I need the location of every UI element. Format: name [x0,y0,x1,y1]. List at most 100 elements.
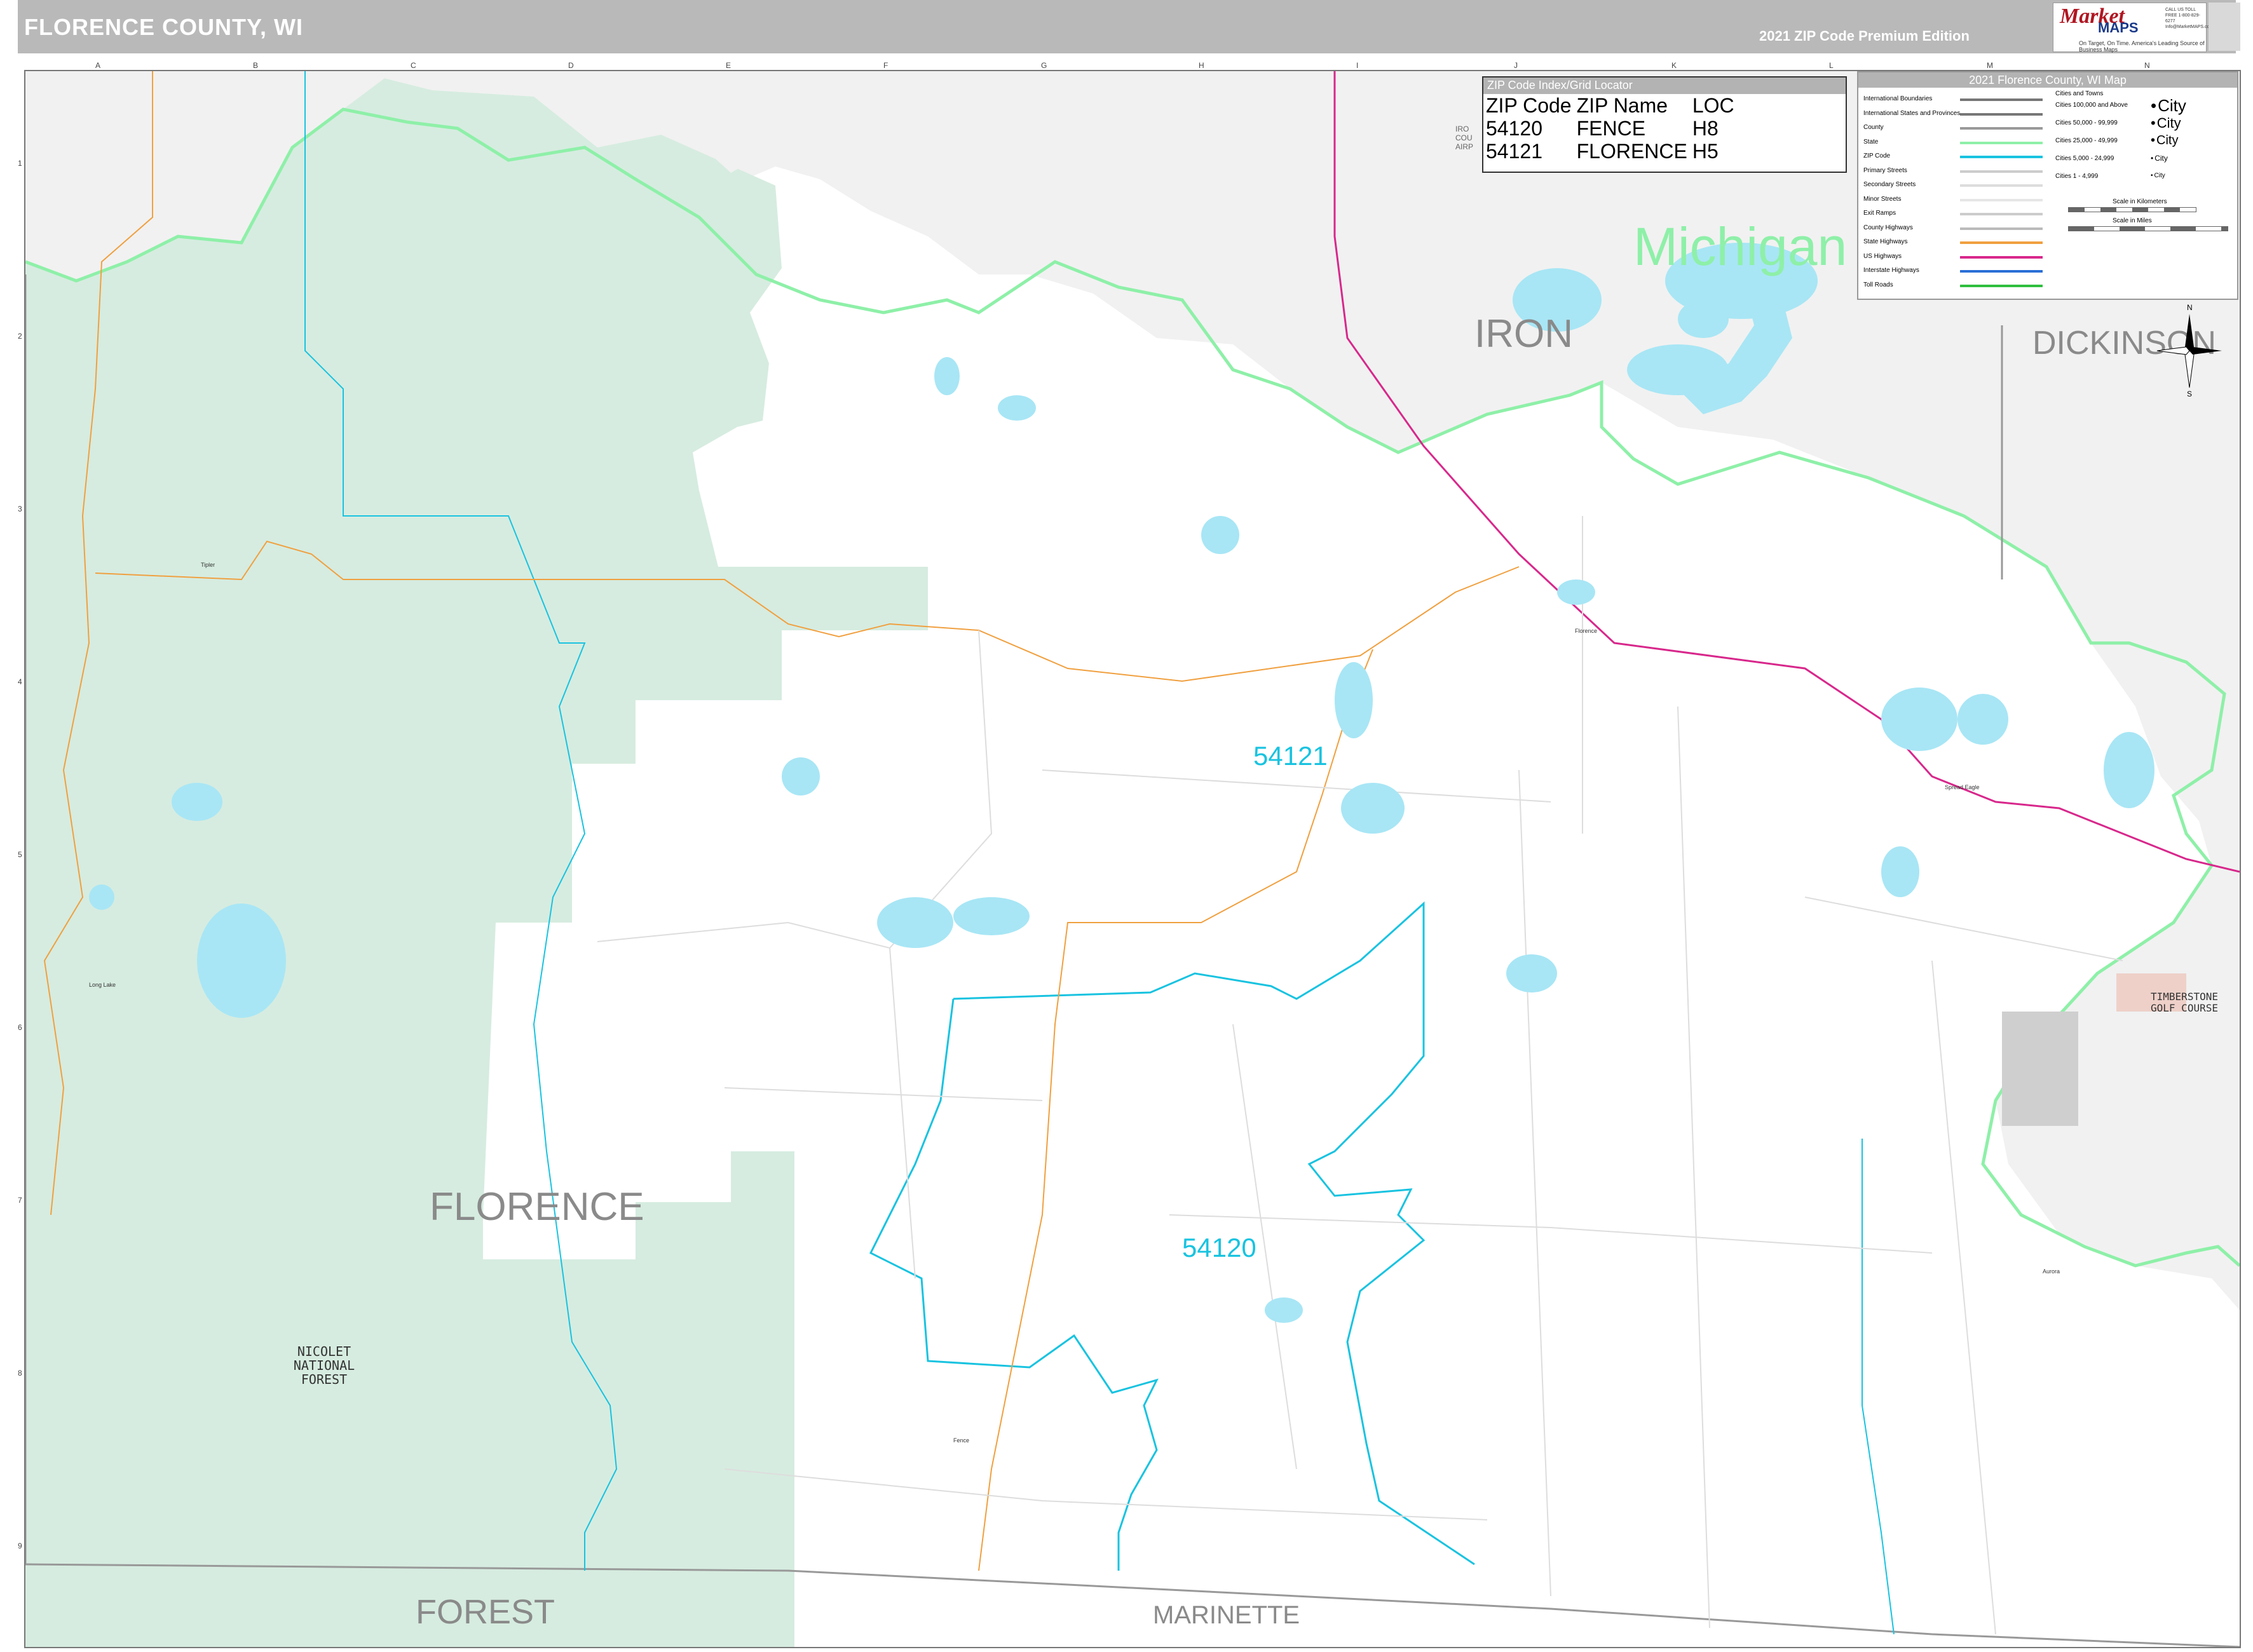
airport-label: IRO COU AIRP [1455,125,1474,151]
legend-city-sample: City [2151,133,2178,148]
lake [1201,516,1239,554]
county-label-marinette: MARINETTE [1153,1601,1300,1629]
grid-column-label: E [726,61,732,70]
legend-city-header: Cities and Towns [2055,90,2104,97]
county-label-florence: FLORENCE [430,1185,644,1229]
place-spread-eagle: Spread Eagle [1945,784,1980,790]
legend-line-label: ZIP Code [1863,152,1891,159]
grid-column-label: H [1199,61,1204,70]
zip-name-cell: FLORENCE [1576,140,1687,163]
legend-city-label: Cities 1 - 4,999 [2055,173,2099,180]
grid-row-label: 3 [18,504,22,513]
logo-phone: CALL US TOLL FREE 1-800-829-6277 Info@Ma… [2165,8,2214,29]
legend-line-swatch [1960,127,2043,130]
zip-label-54120[interactable]: 54120 [1182,1233,1256,1263]
grid-column-label: M [1987,61,1993,70]
legend-line-label: US Highways [1863,252,1902,260]
legend-line-swatch [1960,270,2043,273]
lake [1881,846,1919,897]
market-maps-logo[interactable]: Market MAPS On Target, On Time. America'… [2053,3,2214,53]
grid-row-label: 7 [18,1196,22,1205]
map-canvas[interactable] [25,71,2240,1647]
legend-line-swatch [1960,170,2043,173]
grid-column-label: C [411,61,416,70]
grid-column-label: N [2144,61,2150,70]
place-long-lake: Long Lake [89,982,116,988]
state-label-michigan: Michigan [1633,217,1848,276]
legend-line-swatch [1960,213,2043,215]
lake [1678,300,1729,338]
grid-column-label: L [1829,61,1834,70]
zip-index-header: ZIP Code Index/Grid Locator [1483,78,1846,94]
county-label-iron: IRON [1474,312,1573,356]
compass-rose-icon: N S [2156,303,2222,398]
legend-city-label: Cities 25,000 - 49,999 [2055,137,2118,144]
forest-label-text: NICOLET NATIONAL FOREST [293,1344,355,1387]
lake [197,904,286,1018]
legend-city-sample: City [2151,96,2186,116]
zip-index-col-loc: LOC [1692,94,1734,117]
map-title: FLORENCE COUNTY, WI [24,14,303,40]
lake [1506,954,1557,992]
grid-column-label: A [95,61,101,70]
svg-text:S: S [2187,389,2192,398]
legend-line-label: Primary Streets [1863,166,1907,174]
map-legend: 2021 Florence County, WI Map Internation… [1857,71,2238,300]
map-frame[interactable] [24,70,2241,1648]
edition-label: 2021 ZIP Code Premium Edition [1759,28,1970,44]
scale-bar-mi [2068,226,2228,231]
grid-row-label: 2 [18,332,22,341]
legend-scale-mi: Scale in Miles [2113,217,2152,224]
title-bar: FLORENCE COUNTY, WI 2021 ZIP Code Premiu… [18,0,2236,53]
place-aurora: Aurora [2043,1268,2060,1275]
place-fence: Fence [953,1437,970,1444]
legend-line-swatch [1960,156,2043,158]
grid-column-label: D [568,61,574,70]
lake [877,897,953,948]
legend-line-label: Toll Roads [1863,281,1893,288]
zip-index-table: ZIP Code ZIP Name LOC 54120 FENCE H8 541… [1486,94,1739,163]
lake [89,884,114,910]
lake [934,357,960,395]
grid-column-label: K [1671,61,1677,70]
svg-text:N: N [2187,303,2193,312]
legend-header: 2021 Florence County, WI Map [1858,72,2237,88]
lake [1957,694,2008,745]
legend-city-label: Cities 5,000 - 24,999 [2055,155,2114,162]
airport-area [2002,1012,2078,1126]
legend-line-label: State [1863,138,1879,146]
grid-column-label: F [883,61,888,70]
scale-bar-km [2068,207,2196,212]
table-row[interactable]: 54121 FLORENCE H5 [1486,140,1739,163]
legend-line-swatch [1960,141,2043,144]
lake [998,395,1036,421]
grid-row-label: 8 [18,1369,22,1378]
legend-line-swatch [1960,227,2043,230]
lake [1265,1297,1303,1323]
legend-city-sample: City [2151,115,2181,132]
legend-line-label: Interstate Highways [1863,267,1919,274]
grid-row-label: 9 [18,1541,22,1550]
lake [172,783,222,821]
lake [1557,579,1595,605]
legend-line-label: Secondary Streets [1863,181,1916,188]
legend-line-swatch [1960,198,2043,201]
legend-scale-km: Scale in Kilometers [2113,198,2167,205]
grid-column-label: I [1356,61,1359,70]
lake [1341,783,1405,834]
grid-row-label: 6 [18,1023,22,1032]
legend-line-label: International States and Provinces [1863,109,1961,117]
logo-tagline: On Target, On Time. America's Leading So… [2079,40,2205,53]
legend-line-label: Minor Streets [1863,195,1902,203]
zip-code-cell: 54121 [1486,140,1542,163]
legend-line-label: International Boundaries [1863,95,1933,102]
lake [1335,662,1373,738]
table-row[interactable]: 54120 FENCE H8 [1486,117,1739,140]
zip-index-col-name: ZIP Name [1576,94,1668,117]
lake [2104,732,2154,808]
legend-city-label: Cities 100,000 and Above [2055,102,2128,109]
legend-city-sample: City [2151,154,2168,163]
legend-line-label: State Highways [1863,238,1908,245]
forest-label: NICOLET NATIONAL FOREST [286,1344,362,1386]
zip-label-54121[interactable]: 54121 [1253,741,1328,771]
